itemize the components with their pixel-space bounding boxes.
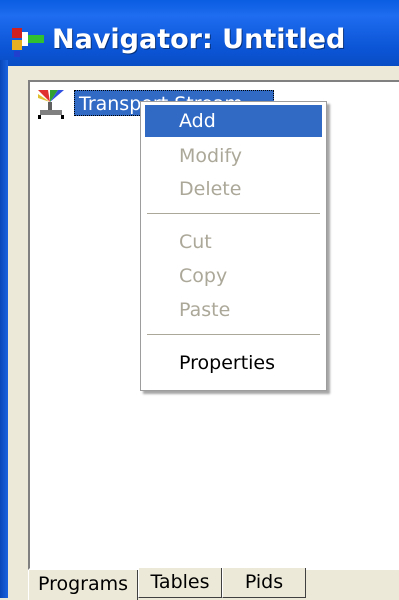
menu-item-properties[interactable]: Properties <box>145 347 322 379</box>
menu-item-add[interactable]: Add <box>145 105 322 137</box>
tab-strip: Programs Tables Pids <box>28 568 399 600</box>
menu-item-paste[interactable]: Paste <box>145 294 322 326</box>
window-border <box>0 60 8 598</box>
window-title: Navigator: Untitled <box>52 24 346 55</box>
navigator-app-icon[interactable] <box>10 24 46 60</box>
transport-stream-icon <box>36 88 66 120</box>
menu-item-copy[interactable]: Copy <box>145 260 322 292</box>
menu-item-delete[interactable]: Delete <box>145 173 322 205</box>
menu-item-modify[interactable]: Modify <box>145 140 322 172</box>
context-menu: Add Modify Delete Cut Copy Paste Propert… <box>140 101 327 391</box>
menu-separator <box>147 213 320 214</box>
tab-pids[interactable]: Pids <box>222 568 306 598</box>
menu-item-cut[interactable]: Cut <box>145 226 322 258</box>
tab-programs[interactable]: Programs <box>28 570 138 600</box>
tab-tables[interactable]: Tables <box>138 568 222 598</box>
menu-separator <box>147 334 320 335</box>
